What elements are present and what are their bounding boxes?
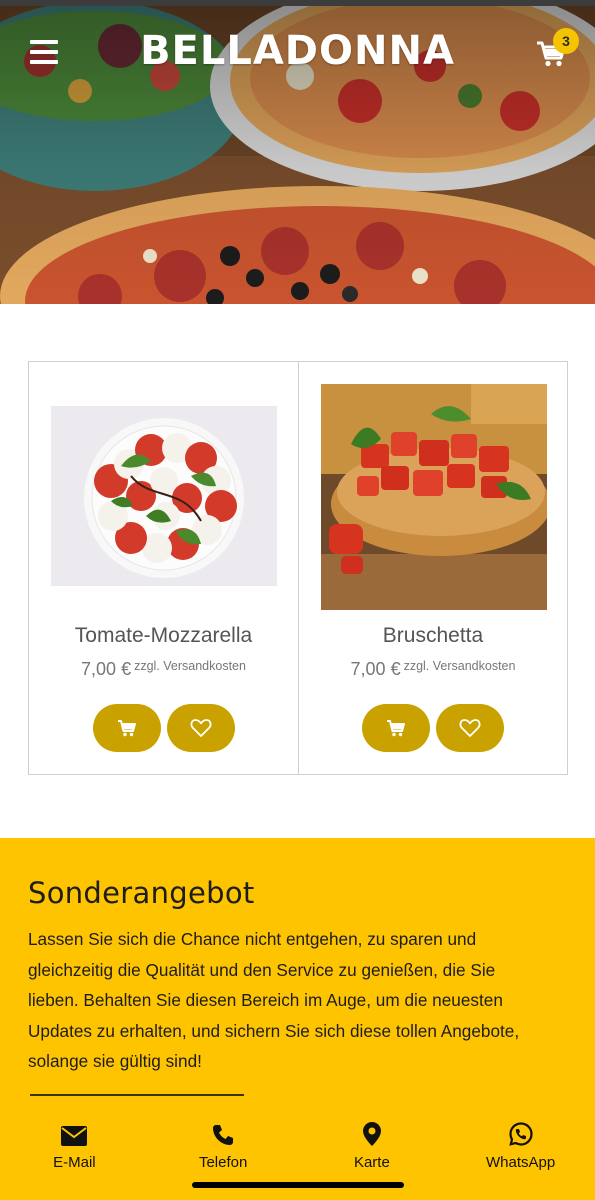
add-to-cart-button[interactable]	[92, 704, 161, 752]
shipping-note: zzgl. Versandkosten	[403, 659, 516, 673]
nav-phone[interactable]: Telefon	[149, 1118, 298, 1178]
nav-phone-label: Telefon	[198, 1154, 248, 1171]
price-row: 7,00 € zzgl. Versandkosten	[299, 659, 567, 680]
wishlist-button[interactable]	[436, 704, 504, 752]
add-to-cart-icon	[117, 720, 136, 737]
product-price: 7,00 €	[81, 659, 132, 679]
add-to-cart-icon	[387, 720, 405, 737]
tomato-mozzarella-plate-image[interactable]	[51, 406, 277, 586]
nav-whatsapp[interactable]: WhatsApp	[446, 1118, 595, 1178]
brand-title: BELLADONNA	[140, 28, 455, 74]
price-row: 7,00 € zzgl. Versandkosten	[29, 659, 298, 680]
wishlist-button[interactable]	[166, 704, 235, 752]
nav-whatsapp-label: WhatsApp	[486, 1154, 556, 1171]
phone-icon	[212, 1118, 234, 1146]
nav-email[interactable]: E-Mail	[0, 1118, 149, 1178]
bruschetta-image[interactable]	[321, 384, 547, 610]
bottom-nav-bar: E-Mail Telefon Karte WhatsApp	[0, 1118, 595, 1178]
product-name[interactable]: Bruschetta	[299, 624, 567, 648]
heart-icon	[190, 719, 211, 737]
shipping-note: zzgl. Versandkosten	[134, 659, 246, 673]
product-name[interactable]: Tomate-Mozzarella	[29, 624, 298, 648]
nav-email-label: E-Mail	[53, 1154, 96, 1171]
nav-map-label: Karte	[353, 1154, 390, 1171]
hero-banner: BELLADONNA 3	[0, 6, 595, 304]
envelope-icon	[61, 1118, 88, 1146]
nav-map[interactable]: Karte	[298, 1118, 447, 1178]
offer-title: Sonderangebot	[28, 876, 255, 910]
cart-count-badge: 3	[553, 28, 579, 54]
add-to-cart-button[interactable]	[362, 704, 430, 752]
map-pin-icon	[362, 1118, 381, 1146]
heart-icon	[459, 719, 481, 737]
product-actions	[299, 704, 567, 752]
product-grid: Tomate-Mozzarella 7,00 € zzgl. Versandkos…	[28, 361, 568, 775]
product-actions	[29, 704, 298, 752]
home-indicator[interactable]	[192, 1182, 404, 1188]
divider	[30, 1094, 244, 1096]
product-card-bruschetta[interactable]: Bruschetta 7,00 € zzgl. Versandkosten	[298, 362, 567, 774]
product-price: 7,00 €	[350, 659, 401, 679]
offer-text: Lassen Sie sich die Chance nicht entgehe…	[28, 929, 520, 1071]
whatsapp-icon	[508, 1118, 533, 1146]
product-card-tomate-mozzarella[interactable]: Tomate-Mozzarella 7,00 € zzgl. Versandkos…	[29, 362, 298, 774]
